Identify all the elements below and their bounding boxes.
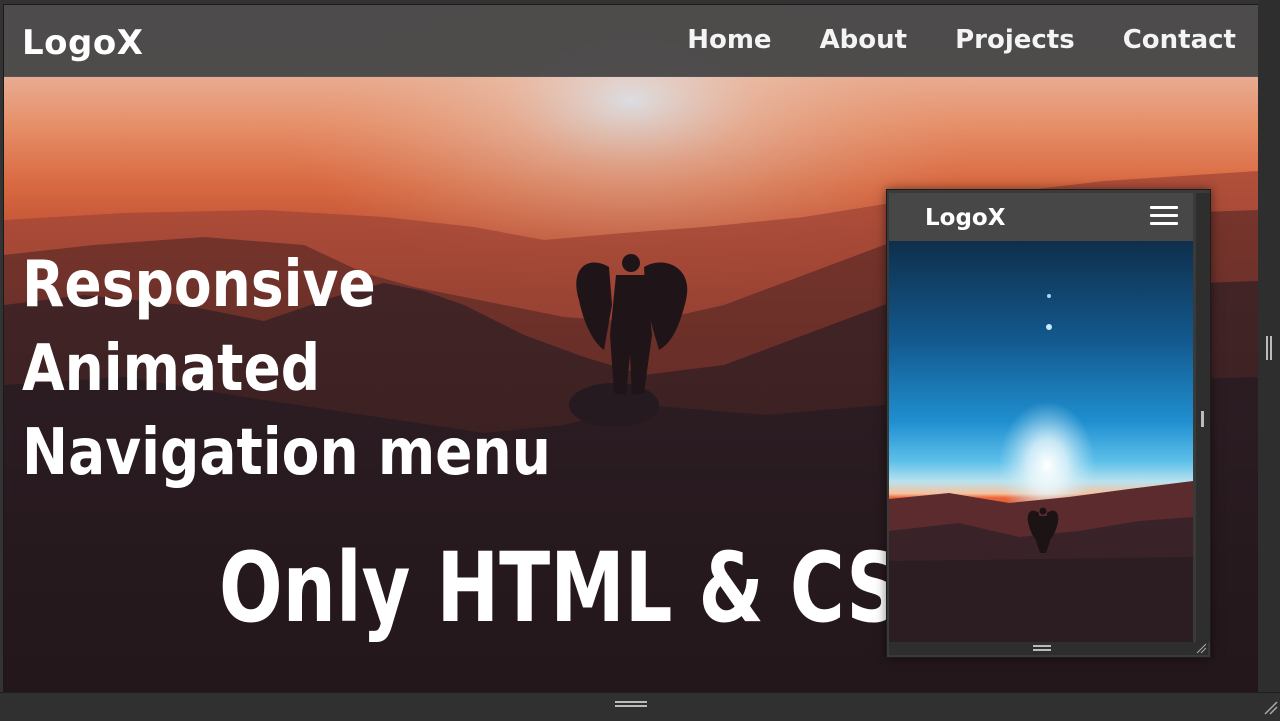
headline-line-3: Navigation menu [22, 416, 551, 490]
mobile-vertical-scrollbar[interactable] [1196, 193, 1210, 642]
browser-frame: LogoX Home About Projects Contact Respon… [0, 0, 1280, 721]
window-vertical-scrollbar[interactable] [1258, 0, 1280, 696]
nav-link-contact[interactable]: Contact [1123, 25, 1236, 55]
nav-links: Home About Projects Contact [687, 25, 1236, 55]
headline-line-1: Responsive [22, 248, 376, 322]
resize-corner-icon[interactable] [1195, 642, 1207, 654]
mobile-background-image [889, 241, 1193, 642]
headline-line-2: Animated [22, 332, 321, 406]
window-resize-bar[interactable] [0, 692, 1280, 721]
mobile-logo[interactable]: LogoX [925, 205, 1005, 231]
site-logo[interactable]: LogoX [22, 23, 143, 63]
resize-grip-icon [615, 705, 647, 707]
nav-link-home[interactable]: Home [687, 25, 771, 55]
mobile-preview-window: LogoX [886, 189, 1211, 658]
resize-grip-icon [615, 701, 647, 703]
hero-headline: Responsive Animated Navigation menu [22, 243, 551, 495]
nav-link-about[interactable]: About [820, 25, 908, 55]
scroll-grip-icon [1270, 336, 1272, 360]
scroll-grip-icon [1201, 411, 1204, 427]
mobile-navbar: LogoX [889, 193, 1193, 241]
hamburger-icon[interactable] [1150, 206, 1178, 228]
nav-link-projects[interactable]: Projects [955, 25, 1075, 55]
mobile-resize-bar[interactable] [889, 642, 1208, 655]
hero-tagline: Only HTML & CSS [219, 532, 951, 644]
scroll-grip-icon [1266, 336, 1268, 360]
top-navbar: LogoX Home About Projects Contact [4, 5, 1258, 77]
resize-corner-icon[interactable] [1262, 699, 1278, 715]
resize-grip-icon [1033, 645, 1051, 647]
resize-grip-icon [1033, 649, 1051, 651]
mobile-screen [889, 241, 1193, 642]
